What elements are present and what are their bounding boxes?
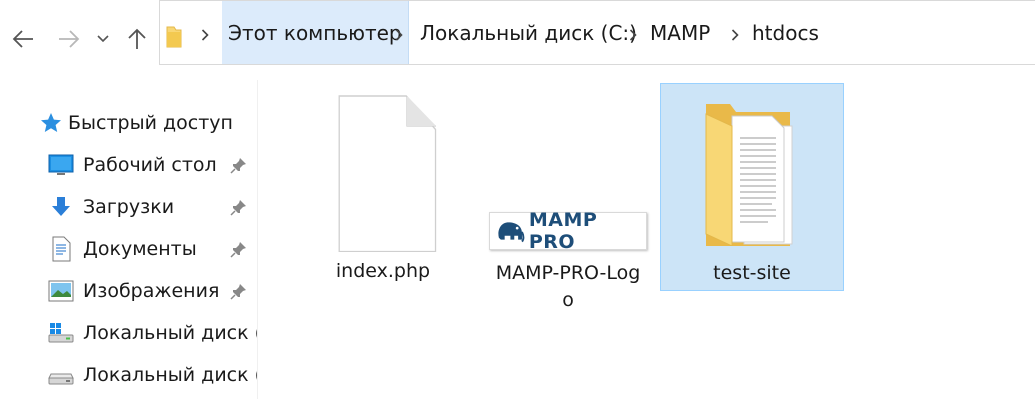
navigation-pane: Быстрый доступ Рабочий стол Загрузки Док… [0,80,258,399]
sidebar-item-downloads[interactable]: Загрузки [0,188,257,226]
file-name-line-2: o [562,289,574,311]
documents-icon [48,236,74,262]
logo-text: MAMP PRO [528,209,598,253]
desktop-icon [48,152,74,178]
sidebar-item-label: Рабочий стол [83,154,217,176]
navigation-bar: Этот компьютер Локальный диск (C:) MAMP … [0,0,1035,80]
download-arrow-icon [48,194,74,220]
up-button[interactable] [122,24,152,54]
recent-locations-button[interactable] [94,28,112,50]
sidebar-item-documents[interactable]: Документы [0,230,257,268]
breadcrumb-separator-icon[interactable] [728,25,742,45]
back-button[interactable] [8,24,38,54]
sidebar-item-label: Быстрый доступ [68,112,233,134]
breadcrumb-this-pc[interactable]: Этот компьютер [222,1,409,64]
address-bar[interactable]: Этот компьютер Локальный диск (C:) MAMP … [159,0,1035,65]
file-list: index.php MAMP PRO MAMP-PRO-Log o test-s… [259,80,1035,399]
forward-button[interactable] [54,24,84,54]
sidebar-item-label: Изображения [83,280,220,302]
star-icon [38,110,64,136]
pictures-icon [48,278,74,304]
chevron-down-icon [97,35,109,43]
sidebar-item-label: Локальный диск (C [83,322,258,344]
sidebar-item-label: Локальный диск (I [83,364,258,386]
folder-icon [165,25,183,49]
sidebar-item-label: Загрузки [83,196,175,218]
arrow-left-icon [12,30,33,48]
pin-icon[interactable] [230,156,248,174]
arrow-up-icon [128,28,146,49]
pin-icon[interactable] [230,282,248,300]
sidebar-item-quick-access[interactable]: Быстрый доступ [0,104,257,142]
file-item-test-site[interactable]: test-site [660,83,844,291]
folder-with-documents-icon [705,104,793,246]
file-name: test-site [713,262,791,284]
file-name: index.php [335,260,431,282]
file-item-index-php[interactable]: index.php [303,84,463,294]
breadcrumb-separator-icon[interactable] [198,25,212,45]
arrow-right-icon [59,30,80,48]
pin-icon[interactable] [230,240,248,258]
mamp-pro-logo-image: MAMP PRO [489,209,647,253]
breadcrumb-separator-icon[interactable] [626,25,640,45]
breadcrumb-local-disk-c[interactable]: Локальный диск (C:) [414,1,643,64]
sidebar-item-label: Документы [83,238,197,260]
sidebar-item-local-disk-c[interactable]: Локальный диск (C [0,314,258,352]
breadcrumb-separator-icon[interactable] [392,25,406,45]
sidebar-item-local-disk-2[interactable]: Локальный диск (I [0,356,258,394]
file-name-line-1: MAMP-PRO-Log [495,262,641,284]
sidebar-item-pictures[interactable]: Изображения [0,272,257,310]
file-item-mamp-pro-logo[interactable]: MAMP PRO MAMP-PRO-Log o [473,84,663,324]
drive-icon [48,362,74,388]
elephant-icon [498,222,525,243]
pin-icon[interactable] [230,198,248,216]
sidebar-item-desktop[interactable]: Рабочий стол [0,146,257,184]
blank-file-icon [338,95,437,252]
breadcrumb-htdocs[interactable]: htdocs [746,1,825,64]
breadcrumb-mamp[interactable]: MAMP [644,1,716,64]
windows-drive-icon [48,320,74,346]
